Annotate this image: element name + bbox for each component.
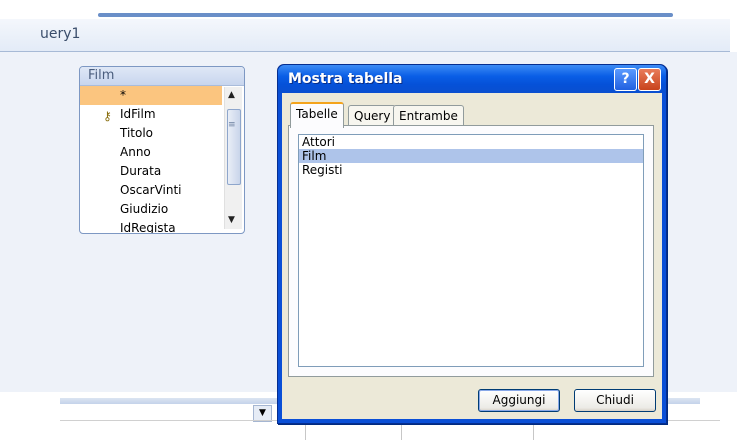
field-item[interactable]: *: [80, 86, 222, 105]
table-listbox[interactable]: Attori Film Registi: [298, 134, 644, 367]
tab-tabelle[interactable]: Tabelle: [290, 102, 344, 128]
dialog-title: Mostra tabella: [288, 71, 403, 87]
field-item[interactable]: Giudizio: [80, 200, 222, 219]
window-top-strip: [98, 13, 673, 17]
tab-panel: Attori Film Registi: [288, 125, 654, 377]
query-tab-label[interactable]: uery1: [40, 26, 80, 42]
close-button[interactable]: Chiudi: [574, 389, 656, 412]
arrow-up-icon[interactable]: ▲: [228, 90, 235, 100]
close-icon[interactable]: X: [638, 68, 661, 91]
dialog-body: Tabelle Query Entrambe Attori Film Regis…: [282, 93, 662, 419]
field-item[interactable]: IdRegista: [80, 219, 222, 233]
field-item[interactable]: Anno: [80, 143, 222, 162]
list-item[interactable]: Film: [299, 149, 643, 163]
grip-icon: ≡: [228, 120, 236, 130]
film-table-box[interactable]: Film * ⚷ IdFilm Titolo Anno Durata OscarV…: [79, 66, 245, 234]
tab-entrambe[interactable]: Entrambe: [393, 105, 464, 126]
show-table-dialog: Mostra tabella ? X Tabelle Query Entramb…: [277, 64, 667, 424]
field-list: * ⚷ IdFilm Titolo Anno Durata OscarVinti …: [80, 86, 222, 233]
list-item[interactable]: Attori: [299, 135, 643, 149]
field-item[interactable]: Titolo: [80, 124, 222, 143]
field-list-scrollbar[interactable]: ▲ ≡ ▼: [224, 87, 242, 229]
dialog-title-bar[interactable]: Mostra tabella ? X: [278, 65, 666, 93]
field-item[interactable]: Durata: [80, 162, 222, 181]
table-title[interactable]: Film: [80, 67, 244, 86]
arrow-down-icon[interactable]: ▼: [228, 215, 235, 225]
field-item[interactable]: ⚷ IdFilm: [80, 105, 222, 124]
field-item[interactable]: OscarVinti: [80, 181, 222, 200]
help-button[interactable]: ?: [614, 68, 637, 91]
list-item[interactable]: Registi: [299, 163, 643, 177]
tab-query[interactable]: Query: [348, 105, 397, 126]
add-button[interactable]: Aggiungi: [478, 389, 560, 412]
query-tab-bar: [0, 19, 730, 52]
